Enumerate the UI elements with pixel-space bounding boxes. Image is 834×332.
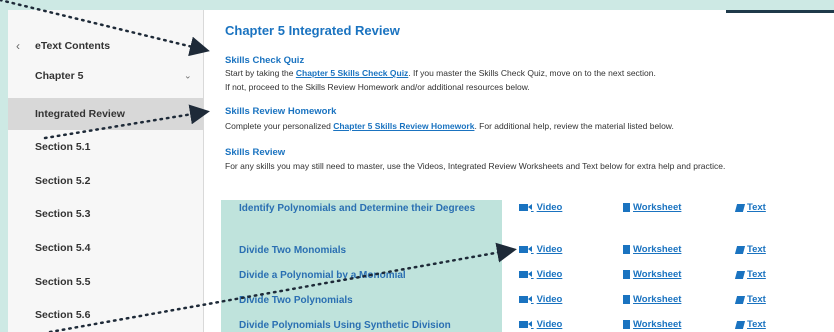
skills-review-heading: Skills Review [225,147,286,158]
worksheet-icon [623,203,630,212]
video-link[interactable]: Video [519,319,562,330]
video-icon [519,321,532,328]
video-icon [519,271,532,278]
quiz-text: Start by taking the [225,68,296,78]
topic-label: Divide Polynomials Using Synthetic Divis… [239,320,451,331]
skills-table: Identify Polynomials and Determine their… [221,200,834,332]
text-label: Text [747,269,766,280]
text-link[interactable]: Text [734,319,766,330]
worksheet-icon [623,245,630,254]
topic-label: Divide Two Monomials [239,245,347,256]
sidebar-item-section-5-1[interactable]: Section 5.1 [8,131,203,163]
sidebar-item-section-5-4[interactable]: Section 5.4 [8,232,203,264]
homework-text: Complete your personalized [225,121,334,131]
video-link[interactable]: Video [519,244,562,255]
worksheet-icon [623,270,630,279]
sidebar-item-label: Section 5.5 [35,276,91,288]
video-label: Video [536,319,563,330]
chapter-5-skills-check-quiz-link[interactable]: Chapter 5 Skills Check Quiz [296,68,408,78]
video-label: Video [536,244,563,255]
video-link[interactable]: Video [519,202,562,213]
sidebar-item-section-5-2[interactable]: Section 5.2 [8,165,203,197]
skills-review-homework-heading: Skills Review Homework [225,106,337,117]
sidebar-item-label: Section 5.1 [35,141,91,153]
window-edge [726,10,834,13]
video-icon [519,296,532,303]
homework-instructions: Complete your personalized Chapter 5 Ski… [225,121,674,131]
topic-label: Divide Two Polynomials [239,295,353,306]
text-label: Text [747,294,766,305]
sidebar-item-label: Chapter 5 [35,70,84,82]
homework-text-post: . For additional help, review the materi… [474,121,674,131]
chevron-left-icon[interactable]: ‹ [16,39,20,53]
video-label: Video [536,202,563,213]
page-title: Chapter 5 Integrated Review [225,23,400,38]
sidebar-item-section-5-6[interactable]: Section 5.6 [8,299,203,331]
sidebar-item-label: Integrated Review [35,108,125,120]
skills-check-quiz-heading: Skills Check Quiz [225,55,305,66]
worksheet-link[interactable]: Worksheet [623,319,681,330]
worksheet-label: Worksheet [633,294,682,305]
sidebar-item-section-5-5[interactable]: Section 5.5 [8,266,203,298]
sidebar-item-label: Section 5.2 [35,175,91,187]
sidebar-header[interactable]: ‹ eText Contents [8,30,203,62]
worksheet-link[interactable]: Worksheet [623,244,681,255]
book-icon [734,295,746,304]
text-label: Text [747,202,766,213]
worksheet-label: Worksheet [633,319,682,330]
topic-column-background [221,200,502,332]
sidebar-item-chapter-5[interactable]: Chapter 5 ⌄ [8,60,203,92]
chevron-down-icon[interactable]: ⌄ [184,71,192,82]
sidebar-item-section-5-3[interactable]: Section 5.3 [8,198,203,230]
sidebar-item-label: Section 5.6 [35,309,91,321]
worksheet-link[interactable]: Worksheet [623,269,681,280]
video-icon [519,204,532,211]
text-link[interactable]: Text [734,202,766,213]
quiz-instructions: Start by taking the Chapter 5 Skills Che… [225,68,656,78]
text-link[interactable]: Text [734,294,766,305]
worksheet-label: Worksheet [633,244,682,255]
worksheet-icon [623,320,630,329]
worksheet-link[interactable]: Worksheet [623,202,681,213]
book-icon [734,245,746,254]
sidebar-item-integrated-review[interactable]: Integrated Review [8,98,203,130]
sidebar-header-label: eText Contents [35,40,111,52]
worksheet-icon [623,295,630,304]
book-icon [734,320,746,329]
worksheet-label: Worksheet [633,202,682,213]
video-link[interactable]: Video [519,294,562,305]
etext-sidebar: ‹ eText Contents Chapter 5 ⌄ Integrated … [8,10,204,332]
text-link[interactable]: Text [734,244,766,255]
text-label: Text [747,319,766,330]
video-label: Video [536,269,563,280]
main-content: Chapter 5 Integrated Review Skills Check… [204,10,834,332]
skills-review-instructions: For any skills you may still need to mas… [225,161,726,171]
book-icon [734,203,746,212]
sidebar-item-label: Section 5.3 [35,208,91,220]
chapter-5-skills-review-homework-link[interactable]: Chapter 5 Skills Review Homework [333,121,474,131]
topic-label: Divide a Polynomial by a Monomial [239,270,406,281]
worksheet-link[interactable]: Worksheet [623,294,681,305]
sidebar-item-label: Section 5.4 [35,242,91,254]
worksheet-label: Worksheet [633,269,682,280]
quiz-text-post: . If you master the Skills Check Quiz, m… [408,68,656,78]
book-icon [734,270,746,279]
video-label: Video [536,294,563,305]
text-link[interactable]: Text [734,269,766,280]
video-icon [519,246,532,253]
topic-label: Identify Polynomials and Determine their… [239,203,476,214]
text-label: Text [747,244,766,255]
quiz-instructions-2: If not, proceed to the Skills Review Hom… [225,82,530,92]
video-link[interactable]: Video [519,269,562,280]
